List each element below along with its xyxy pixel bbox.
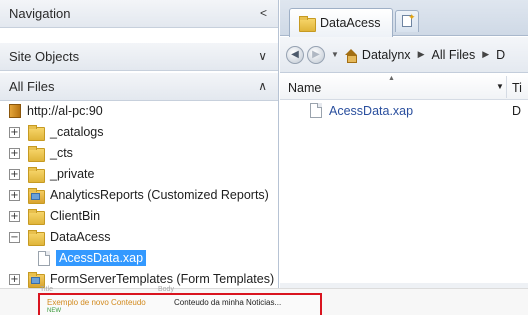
tree-item-label: http://al-pc:90 (27, 104, 103, 118)
expand-icon[interactable]: + (9, 147, 20, 159)
expand-icon[interactable]: + (9, 273, 20, 285)
breadcrumb-next[interactable]: D (496, 48, 505, 62)
background-column-title: Title (40, 286, 53, 293)
tree-item-label: _catalogs (50, 125, 104, 139)
site-objects-title: Site Objects (9, 49, 80, 64)
all-files-title: All Files (9, 79, 55, 94)
tree-item-label: AnalyticsReports (Customized Reports) (50, 188, 269, 202)
column-divider[interactable] (506, 76, 507, 98)
tree-item-label: _private (50, 167, 95, 181)
new-badge: NEW (47, 308, 61, 314)
chevron-down-icon[interactable]: ∨ (258, 49, 267, 63)
expand-icon[interactable]: + (9, 168, 20, 180)
tree-item-label: _cts (50, 146, 73, 160)
tree-item-cts[interactable]: + _cts (9, 143, 73, 163)
tree-item-label-selected: AcessData.xap (56, 250, 147, 266)
background-column-body: Body (158, 286, 174, 293)
breadcrumb-separator-icon[interactable]: ▶ (418, 49, 425, 60)
folder-icon (28, 230, 45, 246)
tree-item-clientbin[interactable]: + ClientBin (9, 206, 100, 226)
sort-ascending-icon: ▲ (388, 75, 395, 82)
column-name[interactable]: Name (288, 81, 321, 95)
tab-label: DataAcess (320, 16, 381, 30)
site-objects-header[interactable]: Site Objects ∨ (0, 43, 278, 71)
back-button[interactable]: ◀ (286, 45, 304, 64)
new-tab-button[interactable]: ✦ (395, 10, 419, 32)
home-icon (344, 48, 358, 63)
forward-button[interactable]: ▶ (307, 45, 325, 64)
content-item-title[interactable]: Exemplo de novo Conteudo (47, 298, 146, 307)
chevron-up-icon[interactable]: ∧ (258, 79, 267, 93)
content-pane: DataAcess ✦ ◀ ▶ ▼ Datalynx ▶ All Files ▶… (280, 0, 528, 288)
tree-item-label: ClientBin (50, 209, 101, 223)
file-icon (310, 103, 322, 118)
file-row[interactable]: AcessData.xap D (280, 101, 528, 121)
address-bar: ◀ ▶ ▼ Datalynx ▶ All Files ▶ D (280, 37, 528, 73)
file-icon (38, 250, 50, 266)
site-folder-icon (28, 188, 45, 204)
tree-item-private[interactable]: + _private (9, 164, 94, 184)
sparkle-icon: ✦ (408, 12, 416, 22)
collapse-icon[interactable]: − (9, 231, 20, 243)
site-folder-icon (28, 272, 45, 288)
collapse-left-icon[interactable]: < (260, 6, 267, 20)
tab-bar: DataAcess ✦ (280, 0, 528, 37)
file-type: D (512, 104, 522, 118)
navigation-pane: Navigation < Site Objects ∨ All Files ∧ … (0, 0, 279, 288)
folder-icon (28, 167, 45, 183)
column-header: Name ▲ ▼ Ti (280, 74, 528, 100)
folder-icon (299, 16, 316, 32)
tree-item-analytics-reports[interactable]: + AnalyticsReports (Customized Reports) (9, 185, 269, 205)
breadcrumb-all-files[interactable]: All Files (431, 48, 475, 62)
navigation-title: Navigation (9, 6, 71, 21)
breadcrumb-datalynx[interactable]: Datalynx (362, 48, 411, 62)
expand-icon[interactable]: + (9, 189, 20, 201)
tree-item-acessdata[interactable]: AcessData.xap (38, 248, 147, 268)
folder-icon (28, 209, 45, 225)
server-icon (9, 104, 21, 118)
folder-icon (28, 146, 45, 162)
column-filter-icon[interactable]: ▼ (496, 82, 504, 91)
expand-icon[interactable]: + (9, 126, 20, 138)
tree-item-dataacess[interactable]: − DataAcess (9, 227, 110, 247)
content-item-body: Conteudo da minha Noticias... (174, 298, 282, 307)
breadcrumb-separator-icon[interactable]: ▶ (482, 49, 489, 60)
tree-item-catalogs[interactable]: + _catalogs (9, 122, 104, 142)
tree-item-label: DataAcess (50, 230, 111, 244)
highlighted-content-item: Exemplo de novo Conteudo NEW Conteudo da… (38, 293, 322, 315)
history-dropdown-icon[interactable]: ▼ (331, 50, 339, 59)
tree-item-label: FormServerTemplates (Form Templates) (50, 272, 275, 286)
expand-icon[interactable]: + (9, 210, 20, 222)
file-name[interactable]: AcessData.xap (329, 104, 413, 118)
tab-dataacess[interactable]: DataAcess (289, 8, 393, 37)
folder-icon (28, 125, 45, 141)
all-files-header[interactable]: All Files ∧ (0, 73, 278, 101)
tree-item-root[interactable]: http://al-pc:90 (9, 101, 103, 121)
column-type[interactable]: Ti (512, 81, 522, 95)
navigation-header[interactable]: Navigation < (0, 0, 278, 28)
